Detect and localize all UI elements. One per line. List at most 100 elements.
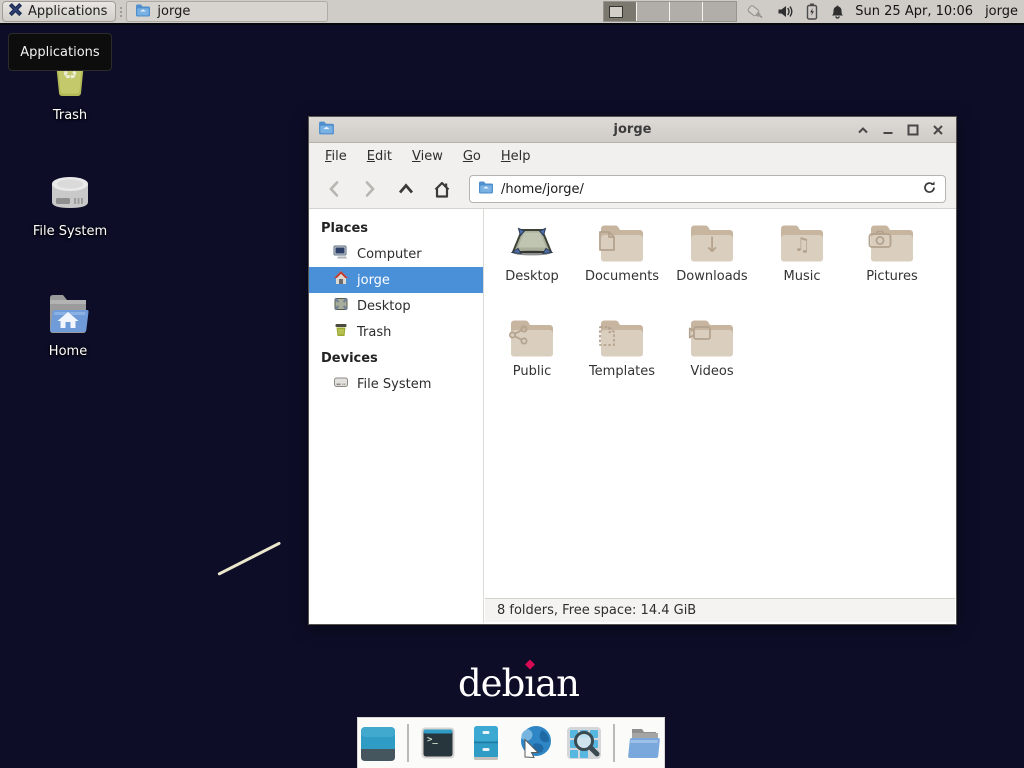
drive-icon <box>333 374 349 394</box>
panel-clock[interactable]: Sun 25 Apr, 10:06 <box>855 4 973 19</box>
downloads-folder-icon: ↓ <box>688 222 736 264</box>
menu-help[interactable]: Help <box>493 146 539 167</box>
folder-templates[interactable]: Templates <box>577 317 667 412</box>
shade-button[interactable] <box>855 122 871 138</box>
videos-folder-icon <box>688 317 736 359</box>
forward-button[interactable] <box>355 176 385 202</box>
desktop-icon-label: Home <box>49 344 87 359</box>
statusbar: 8 folders, Free space: 14.4 GiB <box>485 598 955 622</box>
logo-text: deb <box>458 662 524 705</box>
folder-music[interactable]: ♫ Music <box>757 222 847 317</box>
minimize-button[interactable] <box>880 122 896 138</box>
sidebar-item-filesystem[interactable]: File System <box>309 371 483 397</box>
desktop-icon-label: File System <box>33 224 107 239</box>
templates-folder-icon <box>598 317 646 359</box>
titlebar[interactable]: jorge <box>309 117 956 143</box>
sidebar-item-jorge[interactable]: jorge <box>309 267 483 293</box>
folder-desktop[interactable]: Desktop <box>487 222 577 317</box>
folder-pictures[interactable]: Pictures <box>847 222 937 317</box>
menubar: File Edit View Go Help <box>309 143 956 170</box>
devices-header: Devices <box>309 345 483 371</box>
menu-file[interactable]: File <box>317 146 355 167</box>
taskbar-window-button[interactable]: jorge <box>126 1 328 22</box>
back-button[interactable] <box>319 176 349 202</box>
home-button[interactable] <box>427 176 457 202</box>
sidebar-item-label: Computer <box>357 247 422 262</box>
stray-line-artifact <box>217 541 281 575</box>
up-button[interactable] <box>391 176 421 202</box>
menu-go[interactable]: Go <box>455 146 489 167</box>
logo-dotless-i: ı <box>524 662 535 705</box>
maximize-button[interactable] <box>905 122 921 138</box>
sidebar-item-desktop[interactable]: Desktop <box>309 293 483 319</box>
folder-label: Pictures <box>866 269 917 284</box>
share-emblem <box>508 325 556 355</box>
sidebar-item-label: File System <box>357 377 431 392</box>
folder-label: Music <box>784 269 821 284</box>
download-emblem: ↓ <box>688 230 736 260</box>
web-browser-button[interactable] <box>515 723 555 763</box>
reload-icon[interactable] <box>922 180 937 199</box>
desktop-icon-home[interactable]: Home <box>20 290 116 359</box>
sidebar-item-label: jorge <box>357 273 390 288</box>
menu-edit[interactable]: Edit <box>359 146 400 167</box>
workspace-2[interactable] <box>637 2 670 21</box>
workspace-3[interactable] <box>670 2 703 21</box>
applications-menu-button[interactable]: Applications <box>2 1 116 22</box>
sidebar: Places Computer jorge <box>309 209 484 623</box>
folder-label: Documents <box>585 269 659 284</box>
folder-label: Downloads <box>676 269 747 284</box>
panel-username[interactable]: jorge <box>985 4 1018 19</box>
folder-label: Public <box>513 364 551 379</box>
computer-icon <box>333 244 349 264</box>
menu-view[interactable]: View <box>404 146 451 167</box>
sidebar-item-computer[interactable]: Computer <box>309 241 483 267</box>
desktop-icon <box>333 296 349 316</box>
close-button[interactable] <box>930 122 946 138</box>
taskbar-window-label: jorge <box>157 4 190 19</box>
folder-label: Desktop <box>505 269 559 284</box>
dock-separator <box>407 724 409 762</box>
notification-bell-icon[interactable] <box>830 4 845 20</box>
volume-icon[interactable] <box>777 4 794 19</box>
workspace-4[interactable] <box>703 2 736 21</box>
folder-videos[interactable]: Videos <box>667 317 757 412</box>
desktop-icon-filesystem[interactable]: File System <box>22 168 118 239</box>
folder-documents[interactable]: Documents <box>577 222 667 317</box>
network-icon[interactable] <box>745 3 765 21</box>
show-desktop-button[interactable] <box>358 723 398 763</box>
applications-tooltip: Applications <box>8 33 112 71</box>
system-tray <box>745 3 845 21</box>
music-emblem: ♫ <box>778 230 826 260</box>
folder-public[interactable]: Public <box>487 317 577 412</box>
file-manager-window: jorge File Edit View Go Help <box>308 116 957 625</box>
folder-shortcut-button[interactable] <box>624 723 664 763</box>
statusbar-text: 8 folders, Free space: 14.4 GiB <box>497 603 696 618</box>
top-panel: Applications jorge <box>0 0 1024 25</box>
location-bar[interactable]: /home/jorge/ <box>469 175 946 203</box>
xfce-applications-icon <box>8 2 23 21</box>
terminal-button[interactable]: >_ <box>418 723 458 763</box>
application-finder-button[interactable] <box>564 723 604 763</box>
folder-label: Videos <box>690 364 733 379</box>
desktop-special-icon <box>508 222 556 264</box>
panel-separator-handle <box>118 3 124 21</box>
documents-folder-icon <box>598 222 646 264</box>
file-manager-button[interactable] <box>467 723 507 763</box>
home-folder-icon <box>42 290 94 338</box>
tooltip-text: Applications <box>20 45 99 60</box>
path-input[interactable]: /home/jorge/ <box>501 182 915 197</box>
workspace-1[interactable] <box>604 2 637 21</box>
folder-downloads[interactable]: ↓ Downloads <box>667 222 757 317</box>
places-header: Places <box>309 215 483 241</box>
logo-text: an <box>535 662 579 705</box>
battery-icon[interactable] <box>806 3 818 20</box>
file-view[interactable]: Desktop Documents <box>485 209 955 598</box>
sidebar-item-trash[interactable]: Trash <box>309 319 483 345</box>
desktop-icon-label: Trash <box>53 108 87 123</box>
toolbar: /home/jorge/ <box>309 170 956 209</box>
workspace-window-preview <box>609 6 623 18</box>
video-emblem <box>688 325 736 355</box>
document-emblem <box>598 230 646 260</box>
template-emblem <box>598 325 646 355</box>
